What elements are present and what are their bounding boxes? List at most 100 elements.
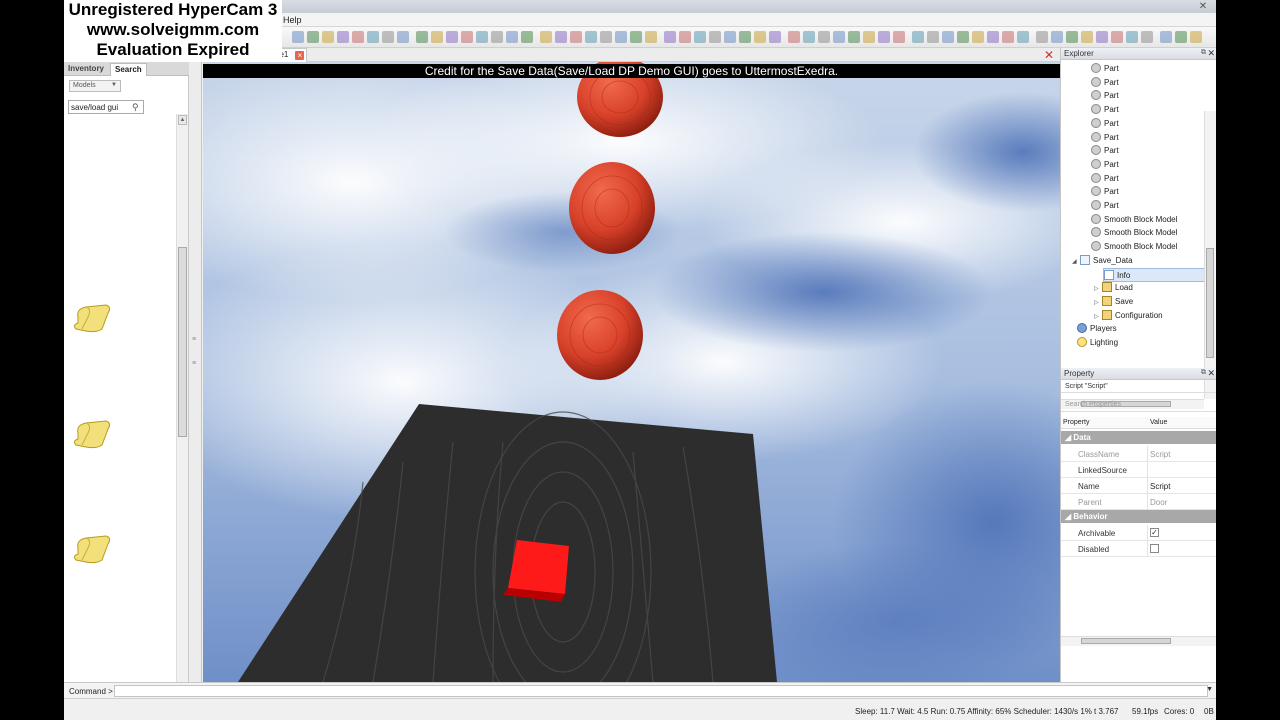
panel-splitter[interactable]: ≡ ≡ (189, 62, 202, 682)
tab-close-icon[interactable]: × (295, 51, 305, 60)
toolbar-tool-icon[interactable] (987, 31, 999, 43)
toolbar-tool-icon[interactable] (942, 31, 954, 43)
toolbar-tool-icon[interactable] (724, 31, 736, 43)
explorer-item[interactable]: Part (1091, 185, 1119, 198)
toolbar-tool-icon[interactable] (1051, 31, 1063, 43)
toolbar-tool-icon[interactable] (585, 31, 597, 43)
toolbar-tool-icon[interactable] (397, 31, 409, 43)
toolbar-tool-icon[interactable] (893, 31, 905, 43)
explorer-item[interactable]: Part (1091, 62, 1119, 75)
expand-icon[interactable]: ◢ (1072, 256, 1080, 269)
scroll-icon[interactable] (72, 303, 112, 333)
toolbar-tool-icon[interactable] (1190, 31, 1202, 43)
explorer-item[interactable]: Part (1091, 172, 1119, 185)
explorer-item[interactable]: Part (1091, 199, 1119, 212)
explorer-item[interactable]: Part (1091, 76, 1119, 89)
toolbar-tool-icon[interactable] (491, 31, 503, 43)
archivable-checkbox[interactable]: ✓ (1150, 528, 1159, 537)
toolbar-tool-icon[interactable] (506, 31, 518, 43)
toolbar-tool-icon[interactable] (416, 31, 428, 43)
toolbar-tool-icon[interactable] (1096, 31, 1108, 43)
toolbar-tool-icon[interactable] (972, 31, 984, 43)
viewport-close-icon[interactable]: ✕ (1044, 49, 1054, 61)
explorer-item[interactable]: Part (1091, 158, 1119, 171)
explorer-item[interactable]: ▷ Configuration (1094, 309, 1163, 322)
red-block[interactable] (508, 540, 569, 594)
toolbar-tool-icon[interactable] (1081, 31, 1093, 43)
toolbar-tool-icon[interactable] (555, 31, 567, 43)
section-data[interactable]: ◢ Data (1061, 431, 1216, 444)
toolbar-tool-icon[interactable] (878, 31, 890, 43)
toolbar-tool-icon[interactable] (863, 31, 875, 43)
prop-row-linkedsource[interactable]: LinkedSource (1061, 462, 1216, 478)
tab-search[interactable]: Search (110, 63, 147, 76)
toolbar-tool-icon[interactable] (1126, 31, 1138, 43)
search-icon[interactable]: ⚲ (132, 102, 139, 113)
prop-row-classname[interactable]: ClassName Script (1061, 446, 1216, 462)
prop-row-name[interactable]: Name Script (1061, 478, 1216, 494)
toolbar-tool-icon[interactable] (1141, 31, 1153, 43)
toolbar-tool-icon[interactable] (664, 31, 676, 43)
3d-viewport[interactable]: Credit for the Save Data(Save/Load DP De… (203, 62, 1060, 682)
toolbar-tool-icon[interactable] (476, 31, 488, 43)
toolbar-tool-icon[interactable] (367, 31, 379, 43)
explorer-item[interactable]: Part (1091, 144, 1119, 157)
window-close-icon[interactable]: ✕ (1194, 1, 1212, 12)
toolbar-tool-icon[interactable] (570, 31, 582, 43)
explorer-item[interactable]: Lighting (1077, 336, 1118, 349)
explorer-item[interactable]: Smooth Block Model (1091, 240, 1177, 253)
explorer-item[interactable]: ▷ Save (1094, 295, 1133, 308)
prop-value[interactable]: Script (1150, 482, 1170, 491)
explorer-item[interactable]: Smooth Block Model (1091, 226, 1177, 239)
toolbar-tool-icon[interactable] (645, 31, 657, 43)
explorer-item[interactable]: Part (1091, 117, 1119, 130)
explorer-item[interactable]: Part (1091, 103, 1119, 116)
section-behavior[interactable]: ◢ Behavior (1061, 510, 1216, 523)
toolbar-tool-icon[interactable] (307, 31, 319, 43)
toolbar-tool-icon[interactable] (540, 31, 552, 43)
toolbar-tool-icon[interactable] (818, 31, 830, 43)
toolbar-tool-icon[interactable] (431, 31, 443, 43)
toolbar-tool-icon[interactable] (1160, 31, 1172, 43)
toolbar-tool-icon[interactable] (1175, 31, 1187, 43)
toolbar-tool-icon[interactable] (630, 31, 642, 43)
toolbar-tool-icon[interactable] (709, 31, 721, 43)
chevron-down-icon[interactable]: ▼ (1206, 686, 1213, 693)
toolbar-tool-icon[interactable] (679, 31, 691, 43)
tab-inventory[interactable]: Inventory (64, 63, 108, 76)
toolbar-tool-icon[interactable] (833, 31, 845, 43)
explorer-item[interactable]: ◢ Save_Data (1072, 254, 1133, 267)
toolbar-tool-icon[interactable] (1036, 31, 1048, 43)
pin-icon[interactable]: ⧉ (1201, 49, 1206, 57)
explorer-item[interactable]: Info (1103, 267, 1207, 282)
disabled-checkbox[interactable] (1150, 544, 1159, 553)
toolbar-tool-icon[interactable] (1111, 31, 1123, 43)
pin-icon[interactable]: ⧉ (1201, 369, 1206, 377)
toolbar-tool-icon[interactable] (848, 31, 860, 43)
toolbar-tool-icon[interactable] (382, 31, 394, 43)
toolbar-tool-icon[interactable] (754, 31, 766, 43)
prop-row-parent[interactable]: Parent Door (1061, 494, 1216, 510)
close-icon[interactable]: ✕ (1207, 48, 1215, 59)
menu-help[interactable]: Help (283, 15, 302, 25)
toolbar-tool-icon[interactable] (803, 31, 815, 43)
toolbar-tool-icon[interactable] (739, 31, 751, 43)
toolbar-tool-icon[interactable] (461, 31, 473, 43)
toolbar-tool-icon[interactable] (615, 31, 627, 43)
toolbar-tool-icon[interactable] (1002, 31, 1014, 43)
toolbar-tool-icon[interactable] (769, 31, 781, 43)
toolbar-tool-icon[interactable] (600, 31, 612, 43)
toolbar-tool-icon[interactable] (1066, 31, 1078, 43)
close-icon[interactable]: ✕ (1207, 368, 1215, 379)
explorer-item[interactable]: ▷ Load (1094, 281, 1133, 294)
toolbar-tool-icon[interactable] (927, 31, 939, 43)
toolbar-tool-icon[interactable] (521, 31, 533, 43)
scroll-icon[interactable] (72, 419, 112, 449)
toolbar-tool-icon[interactable] (912, 31, 924, 43)
prop-row-archivable[interactable]: Archivable ✓ (1061, 525, 1216, 541)
explorer-item[interactable]: Smooth Block Model (1091, 213, 1177, 226)
explorer-item[interactable]: Part (1091, 131, 1119, 144)
explorer-item[interactable]: Part (1091, 89, 1119, 102)
toolbar-tool-icon[interactable] (337, 31, 349, 43)
toolbar-tool-icon[interactable] (446, 31, 458, 43)
